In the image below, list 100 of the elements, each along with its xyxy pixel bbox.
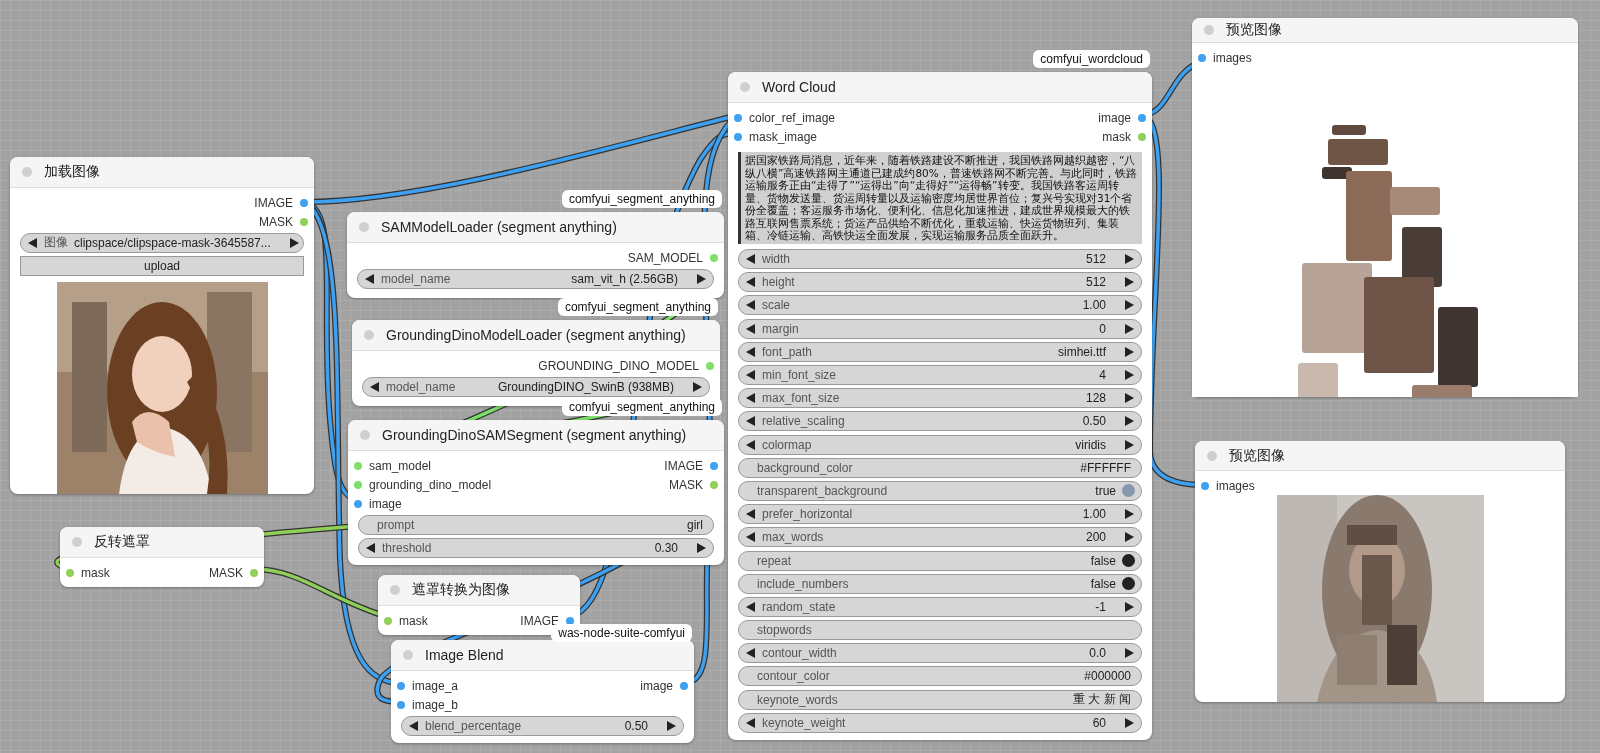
increment-arrow-icon[interactable] [1124,647,1135,660]
node-title-bar[interactable]: 加载图像 [10,157,314,188]
combo-widget[interactable]: 图像 clipspace/clipspace-mask-3645587... [20,232,304,253]
input-slot-icon[interactable] [354,499,362,508]
input-slot-icon[interactable] [1198,53,1206,62]
decrement-arrow-icon[interactable] [745,531,756,544]
number-widget[interactable]: height 512 [738,272,1142,293]
toggle-widget[interactable]: transparent_background true [738,480,1142,501]
number-widget[interactable]: keynote_weight 60 [738,712,1142,733]
node-title-bar[interactable]: GroundingDinoSAMSegment (segment anything) [348,420,724,451]
number-widget[interactable]: scale 1.00 [738,295,1142,316]
combo-widget[interactable]: colormap viridis [738,434,1142,455]
number-widget[interactable]: width 512 [738,249,1142,270]
collapse-dot-icon[interactable] [360,430,370,440]
decrement-arrow-icon[interactable] [369,380,380,393]
number-widget[interactable]: max_font_size 128 [738,388,1142,409]
decrement-arrow-icon[interactable] [745,647,756,660]
text-widget[interactable]: contour_color #000000 [738,666,1142,687]
decrement-arrow-icon[interactable] [745,415,756,428]
decrement-arrow-icon[interactable] [745,600,756,613]
increment-arrow-icon[interactable] [1124,600,1135,613]
combo-widget[interactable]: model_name sam_vit_h (2.56GB) [357,268,714,289]
node-card[interactable]: GroundingDinoSAMSegment (segment anything) sam_model IMAGE grounding_dino_model MASK image prompt girl threshold 0.30 [348,420,724,566]
text-widget[interactable]: prompt girl [358,514,714,535]
number-widget[interactable]: margin 0 [738,318,1142,339]
increment-arrow-icon[interactable] [1124,438,1135,451]
number-widget[interactable]: prefer_horizontal 1.00 [738,504,1142,525]
decrement-arrow-icon[interactable] [745,276,756,289]
collapse-dot-icon[interactable] [403,650,413,660]
output-slot-icon[interactable] [1138,113,1146,122]
toggle-dot-icon[interactable] [1122,577,1135,591]
node-title-bar[interactable]: Word Cloud [728,72,1152,103]
node-title-bar[interactable]: 预览图像 [1195,441,1565,471]
decrement-arrow-icon[interactable] [364,272,375,285]
input-slot-icon[interactable] [734,132,742,141]
toggle-dot-icon[interactable] [1122,484,1135,498]
number-widget[interactable]: threshold 0.30 [358,537,714,558]
input-slot-icon[interactable] [66,568,74,577]
node-card[interactable] [728,72,1152,741]
node-card[interactable]: SAMModelLoader (segment anything) SAM_MODEL model_name sam_vit_h (2.56GB) [347,212,724,299]
text-widget[interactable]: keynote_words 重 大 新 闻 [738,689,1142,710]
combo-widget[interactable]: model_name GroundingDINO_SwinB (938MB) [362,376,710,397]
increment-arrow-icon[interactable] [666,719,677,732]
collapse-dot-icon[interactable] [22,167,32,177]
upload-button[interactable]: upload [20,256,304,277]
output-slot-icon[interactable] [710,461,718,470]
increment-arrow-icon[interactable] [1124,253,1135,266]
decrement-arrow-icon[interactable] [745,392,756,405]
number-widget[interactable]: relative_scaling 0.50 [738,411,1142,432]
increment-arrow-icon[interactable] [692,380,703,393]
text-area[interactable]: 据国家铁路局消息，近年来，随着铁路建设不断推进，我国铁路网越织越密，“八纵八横”高速铁路网主通道已建成约80%，普速铁路网不断完善。与此同时，铁路运输服务正由“走得了”“运得出”向“走得好”“运得畅”转变。我国铁路客运周转量、货物发送量、货运周转量以及运输密度均居世界首位；复兴号实现对31个省份全覆盖；客运服务市场化、便利化、信息化加速推进，建成世界规模最大的铁路互联网售票系统；货运产品供给不断优化，重载运输、快运货物班列、集装箱、冷链运输、高铁快运全面发展，实现运输服务品质全面跃升。 [738,152,1142,244]
node-card[interactable]: 预览图像 images [1192,18,1578,397]
node-card[interactable]: 预览图像 images [1195,441,1565,702]
collapse-dot-icon[interactable] [1207,450,1217,461]
decrement-arrow-icon[interactable] [365,541,376,554]
node-title-bar[interactable]: 反转遮罩 [60,527,264,558]
collapse-dot-icon[interactable] [390,585,400,595]
number-widget[interactable]: min_font_size 4 [738,365,1142,386]
increment-arrow-icon[interactable] [1124,392,1135,405]
output-slot-icon[interactable] [566,616,574,625]
input-slot-icon[interactable] [734,113,742,122]
decrement-arrow-icon[interactable] [745,345,756,358]
input-slot-icon[interactable] [397,681,405,690]
toggle-widget[interactable]: include_numbers false [738,573,1142,594]
increment-arrow-icon[interactable] [1124,345,1135,358]
output-slot-icon[interactable] [680,681,688,690]
increment-arrow-icon[interactable] [1124,716,1135,729]
number-widget[interactable]: random_state -1 [738,596,1142,617]
increment-arrow-icon[interactable] [1124,276,1135,289]
toggle-widget[interactable]: repeat false [738,550,1142,571]
node-card[interactable]: Image Blend image_a image image_b blend_percentage 0.50 [391,640,694,744]
input-slot-icon[interactable] [354,480,362,489]
decrement-arrow-icon[interactable] [745,322,756,335]
increment-arrow-icon[interactable] [1124,322,1135,335]
input-slot-icon[interactable] [397,700,405,709]
node-title-bar[interactable]: 遮罩转换为图像 [378,575,580,606]
increment-arrow-icon[interactable] [288,236,300,249]
decrement-arrow-icon[interactable] [27,236,38,249]
decrement-arrow-icon[interactable] [745,508,756,521]
input-slot-icon[interactable] [384,616,392,625]
increment-arrow-icon[interactable] [1124,299,1135,312]
input-slot-icon[interactable] [354,461,362,470]
increment-arrow-icon[interactable] [1124,531,1135,544]
collapse-dot-icon[interactable] [359,222,369,232]
input-slot-icon[interactable] [1201,481,1209,490]
node-title-bar[interactable]: 预览图像 [1192,18,1578,43]
number-widget[interactable]: contour_width 0.0 [738,643,1142,664]
text-widget[interactable]: stopwords [738,620,1142,641]
node-title-bar[interactable]: SAMModelLoader (segment anything) [347,212,724,243]
collapse-dot-icon[interactable] [740,82,750,92]
text-widget[interactable]: background_color #FFFFFF [738,457,1142,478]
decrement-arrow-icon[interactable] [745,299,756,312]
node-title-bar[interactable]: GroundingDinoModelLoader (segment anything) [352,320,720,351]
combo-widget[interactable]: font_path simhei.ttf [738,341,1142,362]
collapse-dot-icon[interactable] [72,537,82,547]
decrement-arrow-icon[interactable] [745,253,756,266]
output-slot-icon[interactable] [300,198,308,207]
number-widget[interactable]: max_words 200 [738,527,1142,548]
increment-arrow-icon[interactable] [696,541,707,554]
node-canvas[interactable] [0,0,1600,753]
